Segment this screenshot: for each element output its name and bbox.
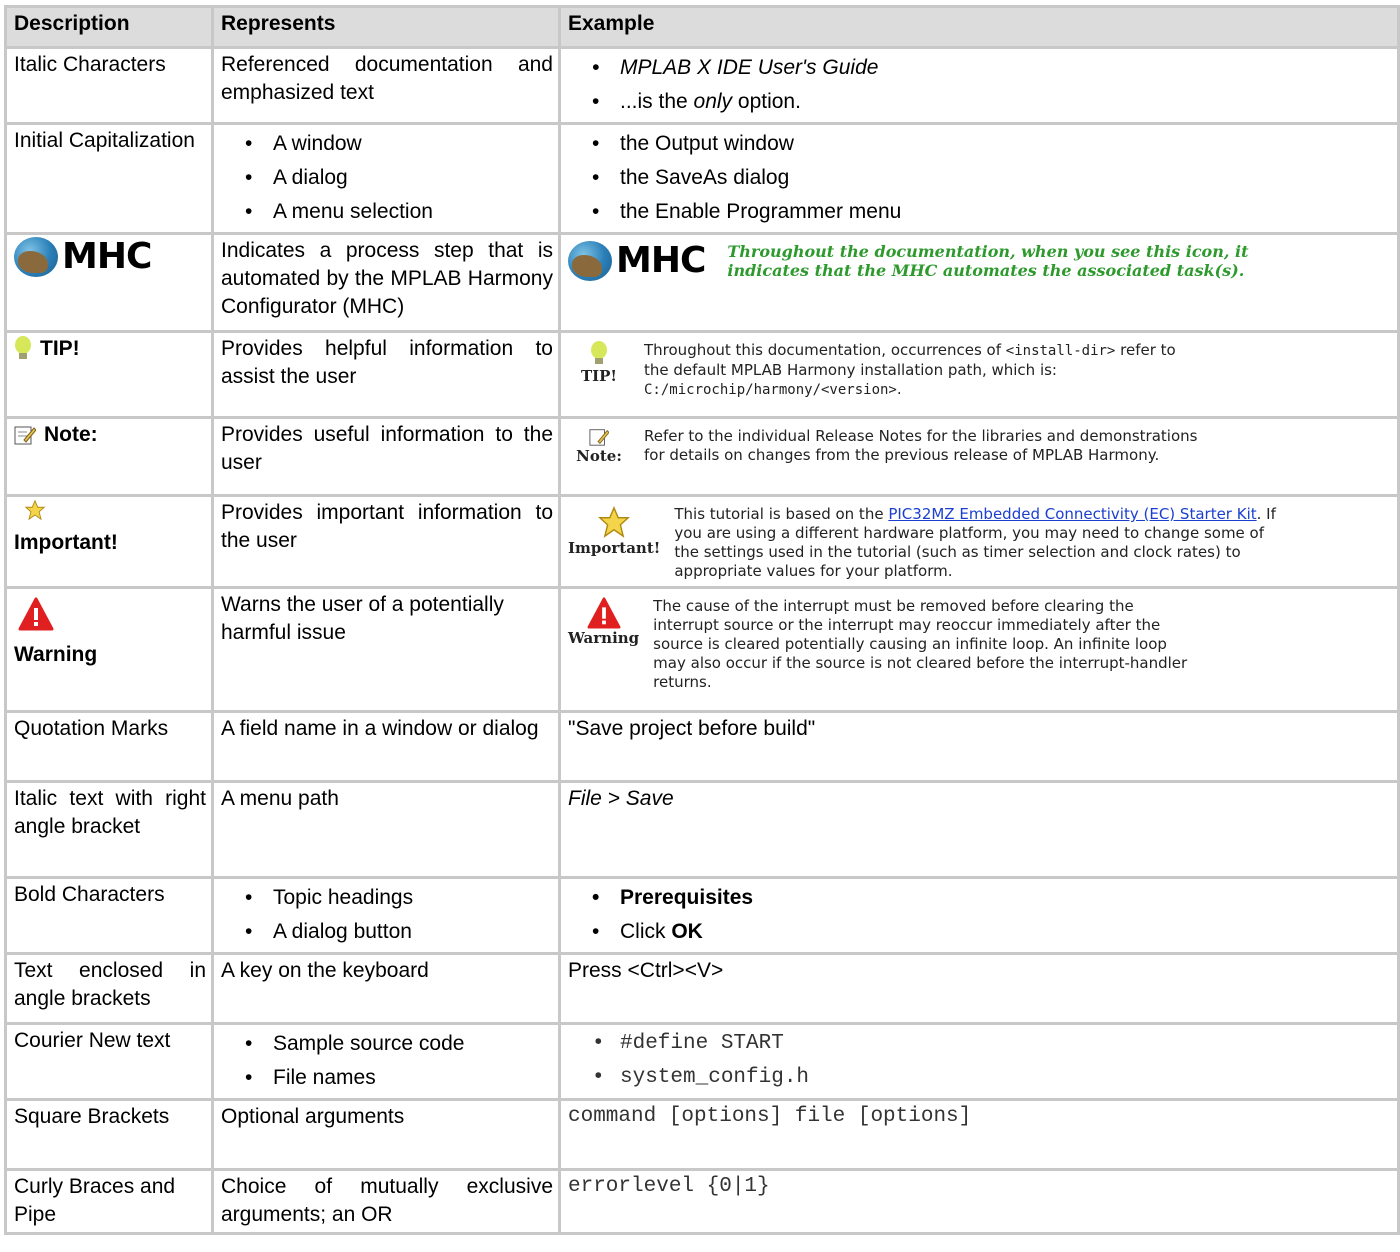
cell-represents: Referenced documentation and emphasized … bbox=[211, 46, 561, 125]
list-item: ...is the only option. bbox=[592, 85, 1392, 119]
table-row: Note: Provides useful information to the… bbox=[4, 416, 1400, 497]
list-item: Click OK bbox=[592, 915, 1392, 949]
cell-description: Quotation Marks bbox=[4, 710, 214, 783]
table-row: Square Brackets Optional arguments comma… bbox=[4, 1098, 1400, 1171]
list-item: File names bbox=[245, 1061, 553, 1095]
table-row: Bold Characters Topic headings A dialog … bbox=[4, 876, 1400, 955]
cell-example: command [options] file [options] bbox=[558, 1098, 1400, 1171]
list-item: A dialog bbox=[245, 161, 553, 195]
starter-kit-link[interactable]: PIC32MZ Embedded Connectivity (EC) Start… bbox=[888, 505, 1256, 523]
table-row: Quotation Marks A field name in a window… bbox=[4, 710, 1400, 783]
header-description: Description bbox=[4, 5, 214, 49]
lightbulb-icon bbox=[15, 336, 31, 359]
warning-text: The cause of the interrupt must be remov… bbox=[653, 597, 1188, 691]
cell-description: Italic text with right angle bracket bbox=[4, 780, 214, 879]
cell-represents: Topic headings A dialog button bbox=[211, 876, 561, 955]
cell-represents: Warns the user of a potentially harmful … bbox=[211, 586, 561, 713]
list-item: the SaveAs dialog bbox=[592, 161, 1392, 195]
list-item: Topic headings bbox=[245, 881, 553, 915]
cell-example: "Save project before build" bbox=[558, 710, 1400, 783]
list-item: #define START bbox=[592, 1027, 1392, 1061]
cell-example: errorlevel {0|1} bbox=[558, 1168, 1400, 1235]
cell-example: MPLAB X IDE User's Guide ...is the only … bbox=[558, 46, 1400, 125]
table-row: MHC Indicates a process step that is aut… bbox=[4, 232, 1400, 333]
cell-example: the Output window the SaveAs dialog the … bbox=[558, 122, 1400, 235]
table-row: TIP! Provides helpful information to ass… bbox=[4, 330, 1400, 419]
mhc-logo: MHC bbox=[14, 237, 206, 277]
warning-icon bbox=[587, 597, 621, 629]
table-row: Italic Characters Referenced documentati… bbox=[4, 46, 1400, 125]
cell-represents: Provides useful information to the user bbox=[211, 416, 561, 497]
warning-icon bbox=[18, 597, 54, 631]
cell-example: MHC Throughout the documentation, when y… bbox=[558, 232, 1400, 333]
important-text: This tutorial is based on the PIC32MZ Em… bbox=[674, 505, 1276, 580]
cell-description: Initial Capitalization bbox=[4, 122, 214, 235]
table-row: Important! Provides important informatio… bbox=[4, 494, 1400, 589]
tip-text: Throughout this documentation, occurrenc… bbox=[644, 341, 1176, 398]
note-icon bbox=[14, 426, 36, 445]
note-icon bbox=[589, 429, 609, 446]
cell-represents: A key on the keyboard bbox=[211, 952, 561, 1025]
cell-description: Important! bbox=[4, 494, 214, 589]
cell-represents: Sample source code File names bbox=[211, 1022, 561, 1101]
table-row: Curly Braces and Pipe Choice of mutually… bbox=[4, 1168, 1400, 1235]
cell-description: Italic Characters bbox=[4, 46, 214, 125]
cell-represents: A window A dialog A menu selection bbox=[211, 122, 561, 235]
cell-description: Square Brackets bbox=[4, 1098, 214, 1171]
cell-description: Curly Braces and Pipe bbox=[4, 1168, 214, 1235]
cell-example: Note: Refer to the individual Release No… bbox=[558, 416, 1400, 497]
list-item: A dialog button bbox=[245, 915, 553, 949]
list-item: A menu selection bbox=[245, 195, 553, 229]
table-row: Initial Capitalization A window A dialog… bbox=[4, 122, 1400, 235]
list-item: A window bbox=[245, 127, 553, 161]
header-row: Description Represents Example bbox=[4, 5, 1400, 49]
star-icon bbox=[598, 506, 631, 538]
list-item: MPLAB X IDE User's Guide bbox=[592, 51, 1392, 85]
cell-example: Warning The cause of the interrupt must … bbox=[558, 586, 1400, 713]
list-item: Sample source code bbox=[245, 1027, 553, 1061]
cell-represents: Optional arguments bbox=[211, 1098, 561, 1171]
mhc-note-text: Throughout the documentation, when you s… bbox=[727, 242, 1249, 280]
lightbulb-icon bbox=[591, 341, 607, 364]
globe-icon bbox=[568, 241, 612, 281]
mhc-logo: MHC bbox=[568, 241, 706, 281]
globe-icon bbox=[14, 237, 58, 277]
header-represents: Represents bbox=[211, 5, 561, 49]
list-item: the Enable Programmer menu bbox=[592, 195, 1392, 229]
table-row: Warning Warns the user of a potentially … bbox=[4, 586, 1400, 713]
cell-example: File > Save bbox=[558, 780, 1400, 879]
cell-description: MHC bbox=[4, 232, 214, 333]
header-example: Example bbox=[558, 5, 1400, 49]
cell-represents: A field name in a window or dialog bbox=[211, 710, 561, 783]
cell-description: Warning bbox=[4, 586, 214, 713]
table-row: Italic text with right angle bracket A m… bbox=[4, 780, 1400, 879]
star-icon bbox=[24, 499, 46, 521]
cell-represents: Choice of mutually exclusive arguments; … bbox=[211, 1168, 561, 1235]
list-item: system_config.h bbox=[592, 1061, 1392, 1095]
cell-represents: Indicates a process step that is automat… bbox=[211, 232, 561, 333]
cell-represents: Provides important information to the us… bbox=[211, 494, 561, 589]
list-item: the Output window bbox=[592, 127, 1392, 161]
table-row: Text enclosed in angle brackets A key on… bbox=[4, 952, 1400, 1025]
cell-example: Important! This tutorial is based on the… bbox=[558, 494, 1400, 589]
cell-description: Courier New text bbox=[4, 1022, 214, 1101]
cell-example: TIP! Throughout this documentation, occu… bbox=[558, 330, 1400, 419]
cell-description: Text enclosed in angle brackets bbox=[4, 952, 214, 1025]
cell-description: Bold Characters bbox=[4, 876, 214, 955]
conventions-table: Description Represents Example Italic Ch… bbox=[4, 5, 1400, 1235]
cell-description: TIP! bbox=[4, 330, 214, 419]
cell-example: #define START system_config.h bbox=[558, 1022, 1400, 1101]
table-row: Courier New text Sample source code File… bbox=[4, 1022, 1400, 1101]
cell-example: Press <Ctrl><V> bbox=[558, 952, 1400, 1025]
cell-represents: Provides helpful information to assist t… bbox=[211, 330, 561, 419]
note-text: Refer to the individual Release Notes fo… bbox=[644, 427, 1198, 464]
cell-represents: A menu path bbox=[211, 780, 561, 879]
cell-example: Prerequisites Click OK bbox=[558, 876, 1400, 955]
list-item: Prerequisites bbox=[592, 881, 1392, 915]
cell-description: Note: bbox=[4, 416, 214, 497]
